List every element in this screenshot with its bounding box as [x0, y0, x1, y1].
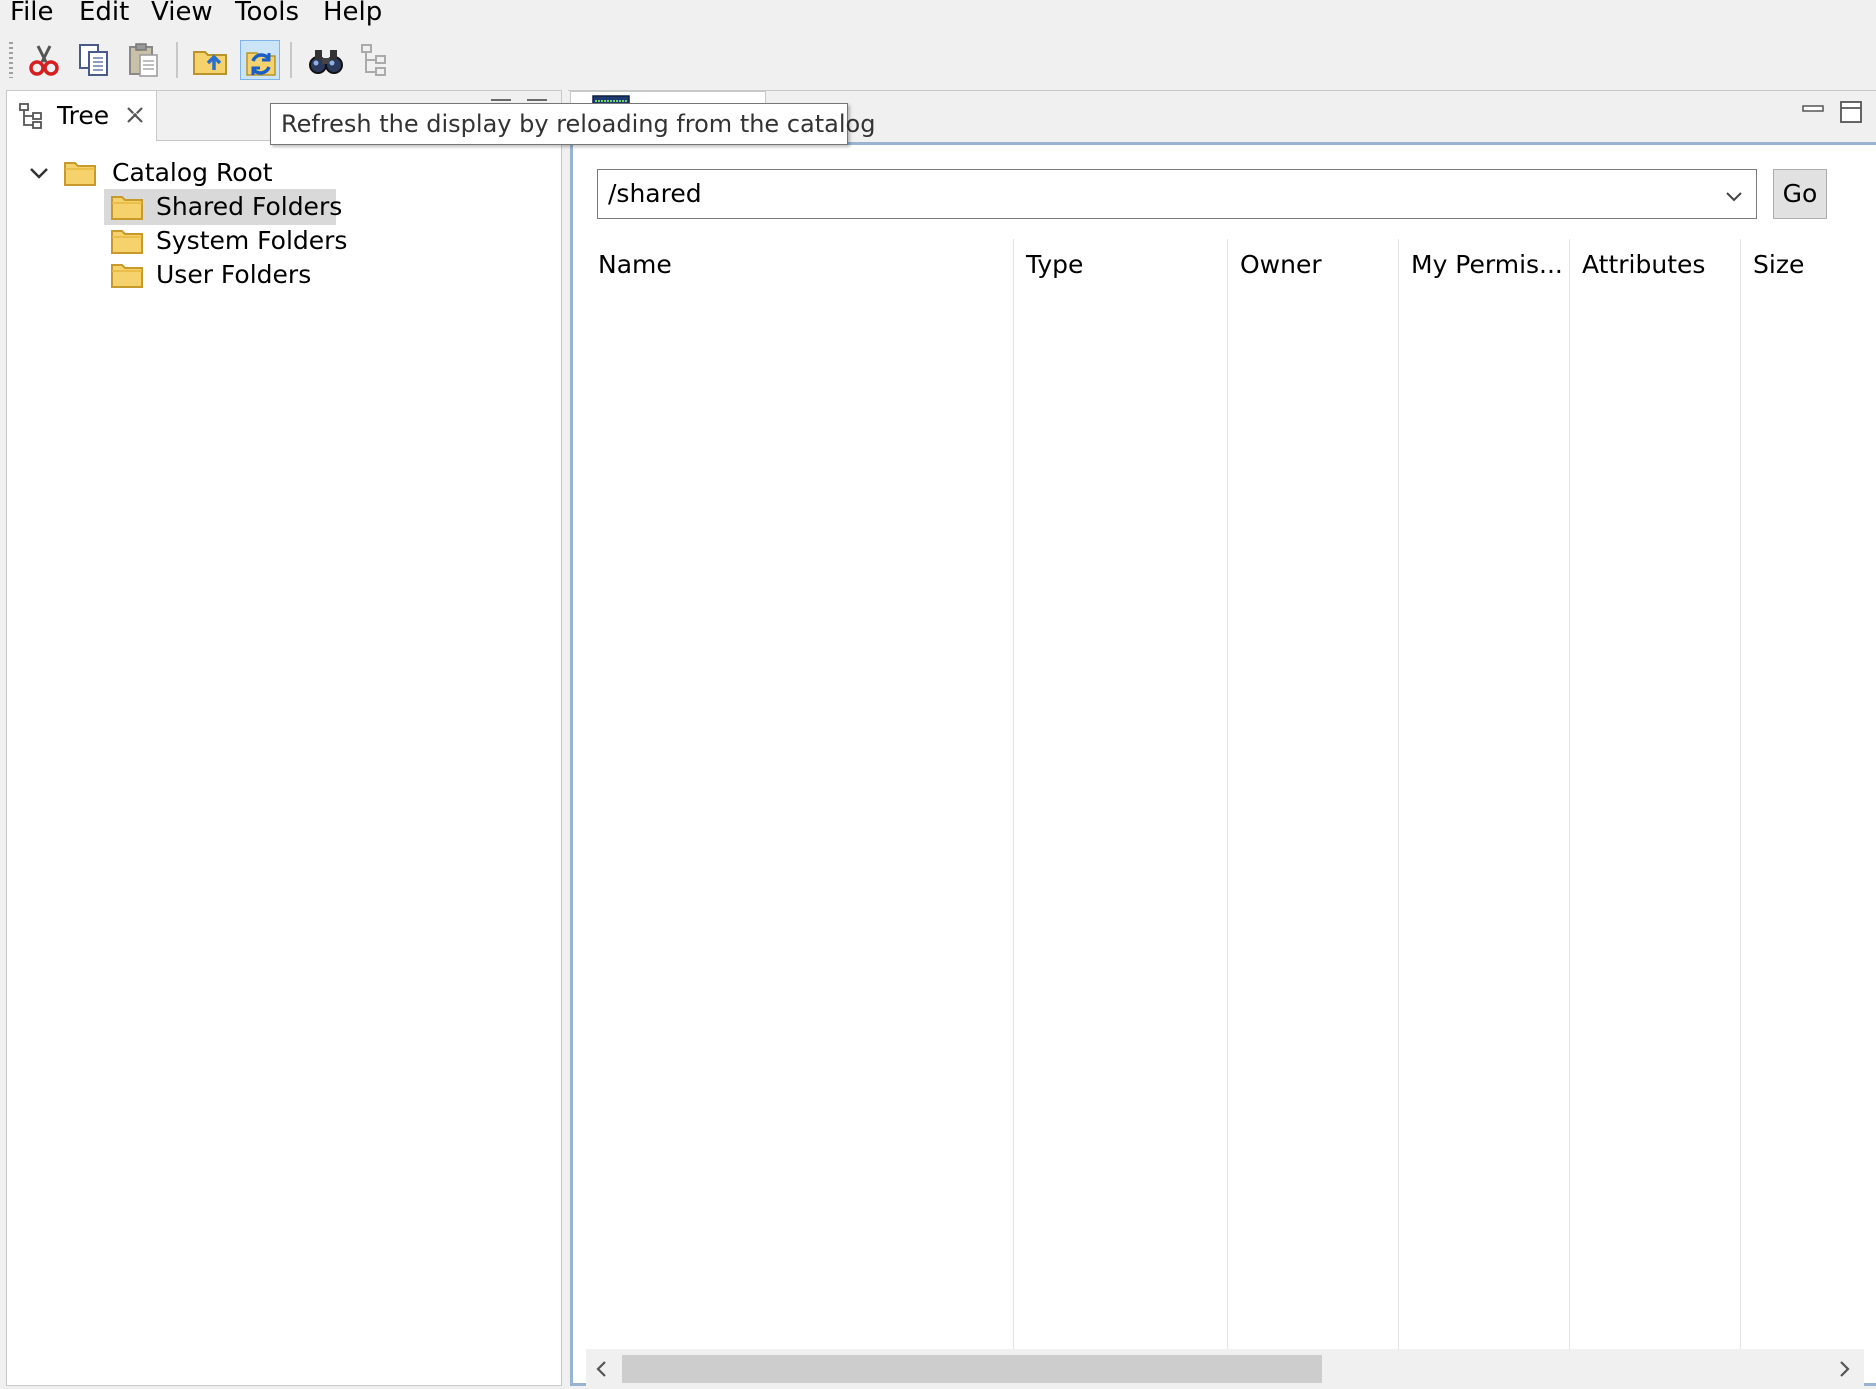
- column-divider[interactable]: [1013, 239, 1014, 1349]
- path-combobox[interactable]: /shared: [597, 169, 1757, 219]
- column-header-owner[interactable]: Owner: [1228, 239, 1398, 291]
- tree-node-label: System Folders: [156, 226, 348, 255]
- menu-help[interactable]: Help: [323, 0, 382, 28]
- toolbar-separator: [290, 42, 292, 78]
- column-header-name[interactable]: Name: [586, 239, 1013, 291]
- scrollbar-thumb[interactable]: [622, 1355, 1322, 1383]
- chevron-right-icon[interactable]: [1832, 1357, 1856, 1381]
- tree-button[interactable]: [356, 40, 396, 80]
- tree-node-user-folders[interactable]: User Folders: [104, 257, 324, 293]
- toolbar: [0, 30, 1876, 90]
- tab-tree[interactable]: Tree: [7, 91, 157, 141]
- tree-node-system-folders[interactable]: System Folders: [104, 223, 348, 259]
- column-header-size[interactable]: Size: [1741, 239, 1864, 291]
- folder-icon: [111, 196, 143, 220]
- close-icon[interactable]: [123, 103, 147, 127]
- menu-tools[interactable]: Tools: [235, 0, 299, 28]
- refresh-button[interactable]: [240, 40, 280, 80]
- column-divider[interactable]: [1569, 239, 1570, 1349]
- copy-icon: [79, 44, 108, 76]
- open-folder-icon: [193, 51, 227, 75]
- column-header-type[interactable]: Type: [1014, 239, 1227, 291]
- copy-button[interactable]: [74, 40, 114, 80]
- table-header: Name Type Owner My Permis... Attributes …: [586, 239, 1864, 291]
- folder-view-body: /shared Go Name Type Owner My Permis... …: [570, 142, 1876, 1389]
- chevron-down-icon[interactable]: [27, 161, 51, 185]
- go-button[interactable]: Go: [1773, 169, 1827, 219]
- tree-view-icon: [19, 103, 42, 129]
- menu-bar: File Edit View Tools Help: [0, 0, 1876, 30]
- tab-tree-label: Tree: [57, 101, 110, 130]
- column-header-attributes[interactable]: Attributes: [1570, 239, 1740, 291]
- refresh-icon: [246, 52, 276, 76]
- contents-table: Name Type Owner My Permis... Attributes …: [586, 239, 1864, 1389]
- tree-node-label: Shared Folders: [156, 192, 343, 221]
- find-button[interactable]: [306, 40, 346, 80]
- tree-node-label: Catalog Root: [112, 158, 273, 187]
- cut-button[interactable]: [24, 40, 64, 80]
- refresh-tooltip: Refresh the display by reloading from th…: [270, 103, 875, 145]
- paste-button[interactable]: [124, 40, 164, 80]
- menu-edit[interactable]: Edit: [79, 0, 129, 28]
- folder-icon: [111, 230, 143, 254]
- chevron-left-icon[interactable]: [590, 1357, 614, 1381]
- tree-node-shared-folders[interactable]: Shared Folders: [104, 189, 342, 225]
- tree-pane: Tree Catalog Root Shared Folders System …: [6, 90, 562, 1386]
- horizontal-scrollbar[interactable]: [586, 1349, 1864, 1389]
- toolbar-grip[interactable]: [9, 42, 13, 78]
- folder-view-pane: /shared Go Name Type Owner My Permis... …: [568, 90, 1876, 1389]
- tree-icon: [361, 44, 386, 76]
- toolbar-separator: [176, 42, 178, 78]
- tree-node-label: User Folders: [156, 260, 312, 289]
- column-divider[interactable]: [1740, 239, 1741, 1349]
- column-header-my-permissions[interactable]: My Permis...: [1399, 239, 1569, 291]
- tree-node-catalog-root[interactable]: Catalog Root: [7, 155, 327, 191]
- find-icon: [309, 50, 343, 74]
- chevron-down-icon[interactable]: [1722, 184, 1746, 208]
- folder-icon: [111, 264, 143, 288]
- menu-file[interactable]: File: [10, 0, 54, 28]
- open-folder-button[interactable]: [190, 40, 230, 80]
- path-value: /shared: [608, 179, 702, 208]
- paste-icon: [129, 43, 158, 77]
- cut-icon: [29, 45, 59, 76]
- column-divider[interactable]: [1227, 239, 1228, 1349]
- minimize-icon[interactable]: [1800, 99, 1826, 123]
- maximize-icon[interactable]: [1838, 99, 1864, 125]
- folder-icon: [64, 162, 96, 186]
- column-divider[interactable]: [1398, 239, 1399, 1349]
- menu-view[interactable]: View: [151, 0, 213, 28]
